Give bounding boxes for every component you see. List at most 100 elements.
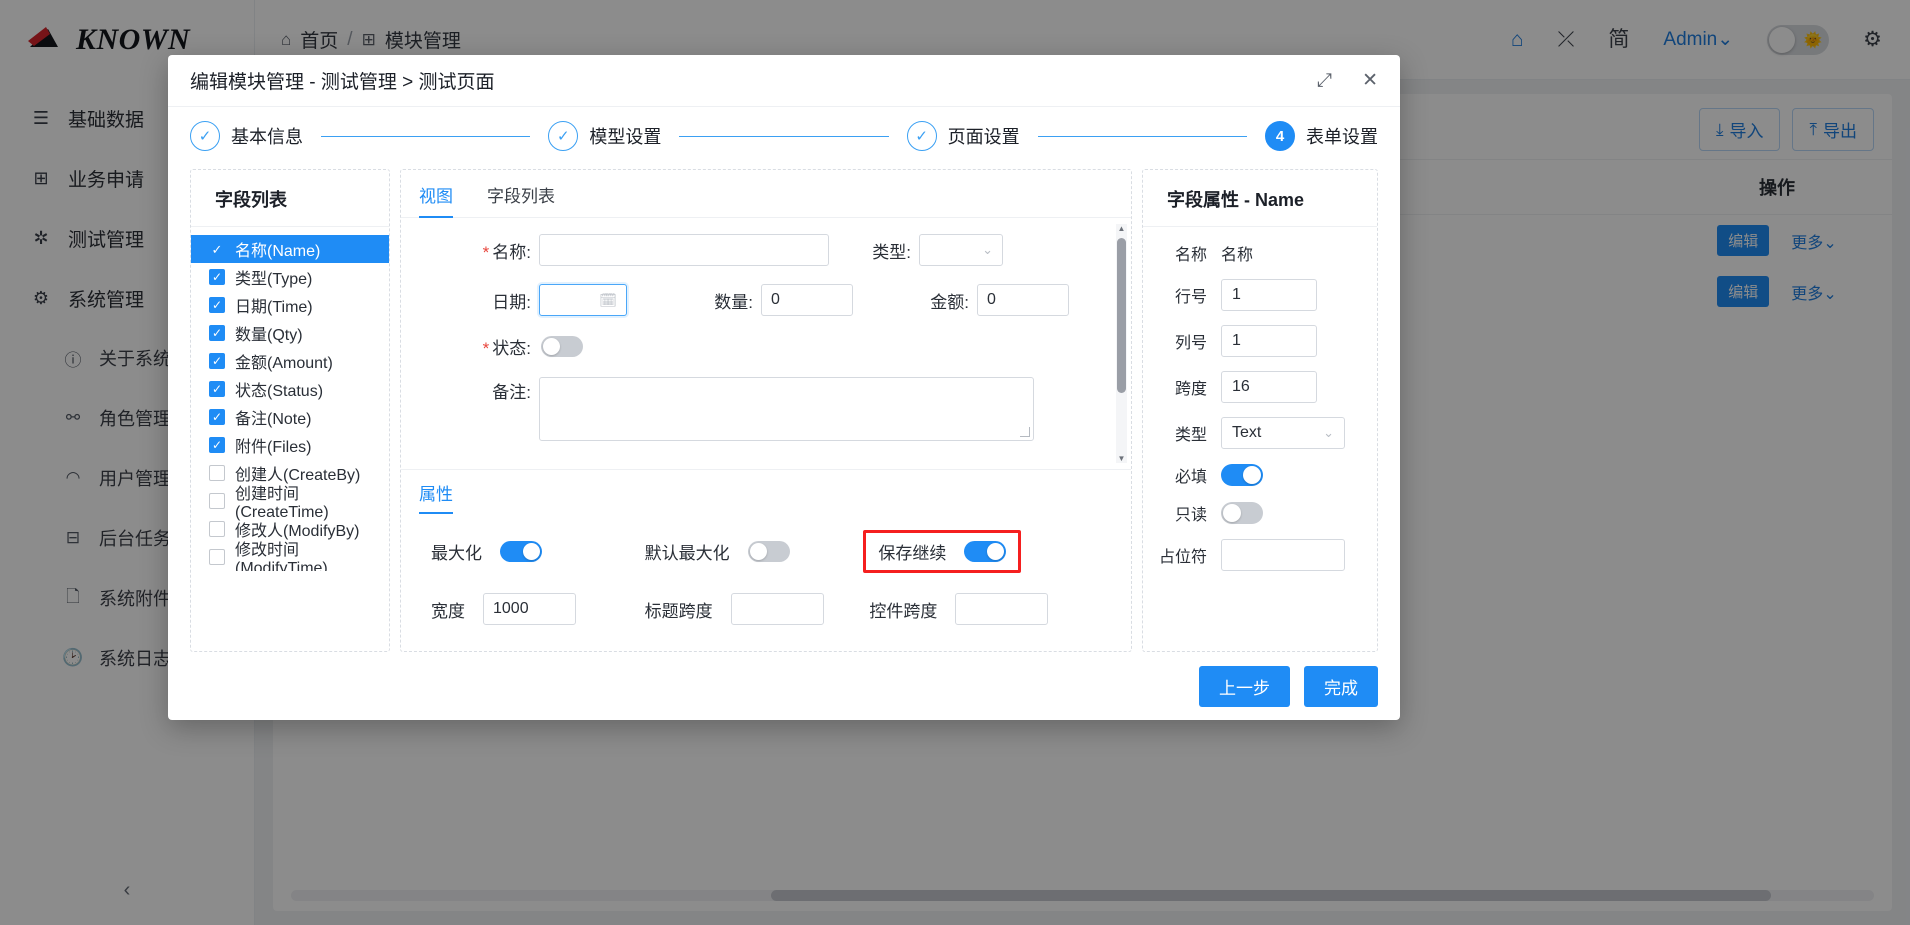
attr-input-width[interactable]: 1000 [483, 593, 576, 625]
toggle-maximize[interactable] [500, 541, 542, 562]
form-preview: * 名称: 类型: ⌄ 日期: 🗓 数量: 0 金额: 0 * 状态: 备注: [401, 218, 1116, 469]
toggle-save-continue[interactable] [964, 541, 1007, 562]
preview-select-type[interactable]: ⌄ [919, 234, 1003, 266]
prop-label-required: 必填 [1174, 469, 1207, 486]
toggle-required[interactable] [1221, 464, 1263, 486]
field-list-item-time[interactable]: 日期(Time) [191, 291, 389, 319]
toggle-knob [543, 338, 560, 355]
preview-textarea-note[interactable] [539, 377, 1034, 441]
preview-label-name: * 名称: [419, 238, 531, 263]
attr-label-save-continue: 保存继续 [878, 544, 947, 563]
prop-label-readonly: 只读 [1174, 507, 1207, 524]
scroll-up-icon[interactable]: ▲ [1116, 224, 1127, 233]
prop-select-type[interactable]: Text ⌄ [1221, 417, 1345, 449]
step-model-settings[interactable]: ✓ 模型设置 [548, 121, 661, 151]
prop-input-col[interactable]: 1 [1221, 325, 1317, 357]
checkbox-icon[interactable] [209, 241, 225, 257]
toggle-knob [987, 543, 1005, 560]
preview-switch-status[interactable] [541, 336, 583, 357]
checkbox-icon[interactable] [209, 325, 225, 341]
prop-input-span[interactable]: 16 [1221, 371, 1317, 403]
toggle-knob [523, 543, 540, 560]
field-list-item-name[interactable]: 名称(Name) [191, 235, 389, 263]
tab-view[interactable]: 视图 [419, 182, 453, 218]
field-list-item-status[interactable]: 状态(Status) [191, 375, 389, 403]
preview-input-amount[interactable]: 0 [977, 284, 1069, 316]
step-label: 模型设置 [589, 127, 662, 147]
prev-step-button[interactable]: 上一步 [1199, 665, 1290, 707]
attr-input-title-span[interactable] [730, 593, 824, 625]
field-list-item-modifytime[interactable]: 修改时间(ModifyTime) [191, 542, 389, 571]
attr-maximize: 最大化 [419, 539, 645, 564]
checkbox-icon[interactable] [209, 353, 225, 369]
attr-label-control-span: 控件跨度 [869, 601, 938, 621]
wizard-steps: ✓ 基本信息 ✓ 模型设置 ✓ 页面设置 4 表单设置 [168, 107, 1400, 161]
toggle-default-maximize[interactable] [747, 541, 790, 562]
prop-row-number: 行号 1 [1149, 279, 1361, 311]
preview-label-date: 日期: [492, 292, 531, 312]
attr-width: 宽度 1000 [419, 593, 645, 625]
dialog-header-actions: ⤢ ✕ [1317, 71, 1378, 90]
preview-label-note: 备注: [492, 383, 531, 402]
close-icon[interactable]: ✕ [1362, 71, 1378, 90]
prop-input-row[interactable]: 1 [1221, 279, 1317, 311]
checkbox-icon[interactable] [209, 549, 225, 565]
checkbox-icon[interactable] [209, 297, 225, 313]
prop-span: 跨度 16 [1149, 371, 1361, 403]
prop-name: 名称 名称 [1149, 241, 1361, 265]
select-value: Text [1232, 424, 1262, 441]
prop-input-placeholder[interactable] [1221, 539, 1345, 571]
attr-label-default-maximize: 默认最大化 [644, 544, 730, 563]
preview-label-qty: 数量: [714, 292, 753, 312]
toggle-knob [1223, 504, 1241, 522]
tab-field-list[interactable]: 字段列表 [487, 182, 555, 217]
field-list-item-qty[interactable]: 数量(Qty) [191, 319, 389, 347]
step-connector [679, 135, 889, 137]
field-label: 类型(Type) [235, 271, 313, 288]
step-circle: ✓ [548, 121, 579, 151]
field-list-item-type[interactable]: 类型(Type) [191, 263, 389, 291]
step-connector [1037, 135, 1247, 137]
required-asterisk: * [482, 242, 490, 262]
field-list-item-files[interactable]: 附件(Files) [191, 431, 389, 459]
maximize-icon[interactable]: ⤢ [1317, 71, 1332, 90]
checkbox-icon[interactable] [209, 521, 225, 537]
checkbox-icon[interactable] [209, 465, 225, 481]
field-label: 状态(Status) [235, 383, 324, 400]
prop-label-placeholder: 占位符 [1158, 549, 1207, 566]
attr-input-control-span[interactable] [955, 593, 1049, 625]
step-label: 页面设置 [947, 127, 1020, 147]
step-circle: ✓ [190, 121, 220, 151]
step-page-settings[interactable]: ✓ 页面设置 [906, 121, 1020, 151]
checkbox-icon[interactable] [209, 409, 225, 425]
step-form-settings[interactable]: 4 表单设置 [1264, 121, 1378, 151]
finish-button[interactable]: 完成 [1304, 665, 1378, 707]
checkbox-icon[interactable] [209, 437, 225, 453]
checkbox-icon[interactable] [209, 381, 225, 397]
field-properties-list: 名称 名称 行号 1 列号 1 跨度 16 类型 Text ⌄ 必填 只读 占位… [1143, 227, 1377, 585]
preview-vertical-scrollbar[interactable]: ▲ ▼ [1116, 224, 1127, 463]
preview-input-name[interactable] [539, 234, 829, 266]
scrollbar-thumb[interactable] [1117, 238, 1126, 393]
prop-value-name: 名称 [1221, 247, 1254, 264]
form-designer-panel: 视图 字段列表 * 名称: 类型: ⌄ 日期: 🗓 数量: 0 金额: 0 * … [400, 169, 1132, 652]
step-label: 基本信息 [231, 127, 303, 147]
step-basic-info[interactable]: ✓ 基本信息 [190, 121, 303, 151]
prop-label-col: 列号 [1174, 335, 1207, 352]
attr-save-continue: 保存继续 [863, 530, 1113, 573]
tab-attributes[interactable]: 属性 [419, 480, 453, 514]
preview-label-amount: 金额: [930, 292, 969, 312]
toggle-readonly[interactable] [1221, 502, 1263, 524]
preview-input-qty[interactable]: 0 [761, 284, 853, 316]
checkbox-icon[interactable] [209, 493, 225, 509]
chevron-down-icon: ⌄ [982, 242, 993, 257]
highlight-box-save-continue: 保存继续 [863, 530, 1022, 573]
step-circle: 4 [1264, 121, 1295, 151]
prop-label-span: 跨度 [1174, 381, 1207, 398]
field-list-item-note[interactable]: 备注(Note) [191, 403, 389, 431]
scroll-down-icon[interactable]: ▼ [1116, 454, 1127, 463]
field-list-item-amount[interactable]: 金额(Amount) [191, 347, 389, 375]
preview-input-date[interactable]: 🗓 [539, 284, 627, 316]
checkbox-icon[interactable] [209, 269, 225, 285]
field-list-item-createtime[interactable]: 创建时间(CreateTime) [191, 486, 389, 521]
